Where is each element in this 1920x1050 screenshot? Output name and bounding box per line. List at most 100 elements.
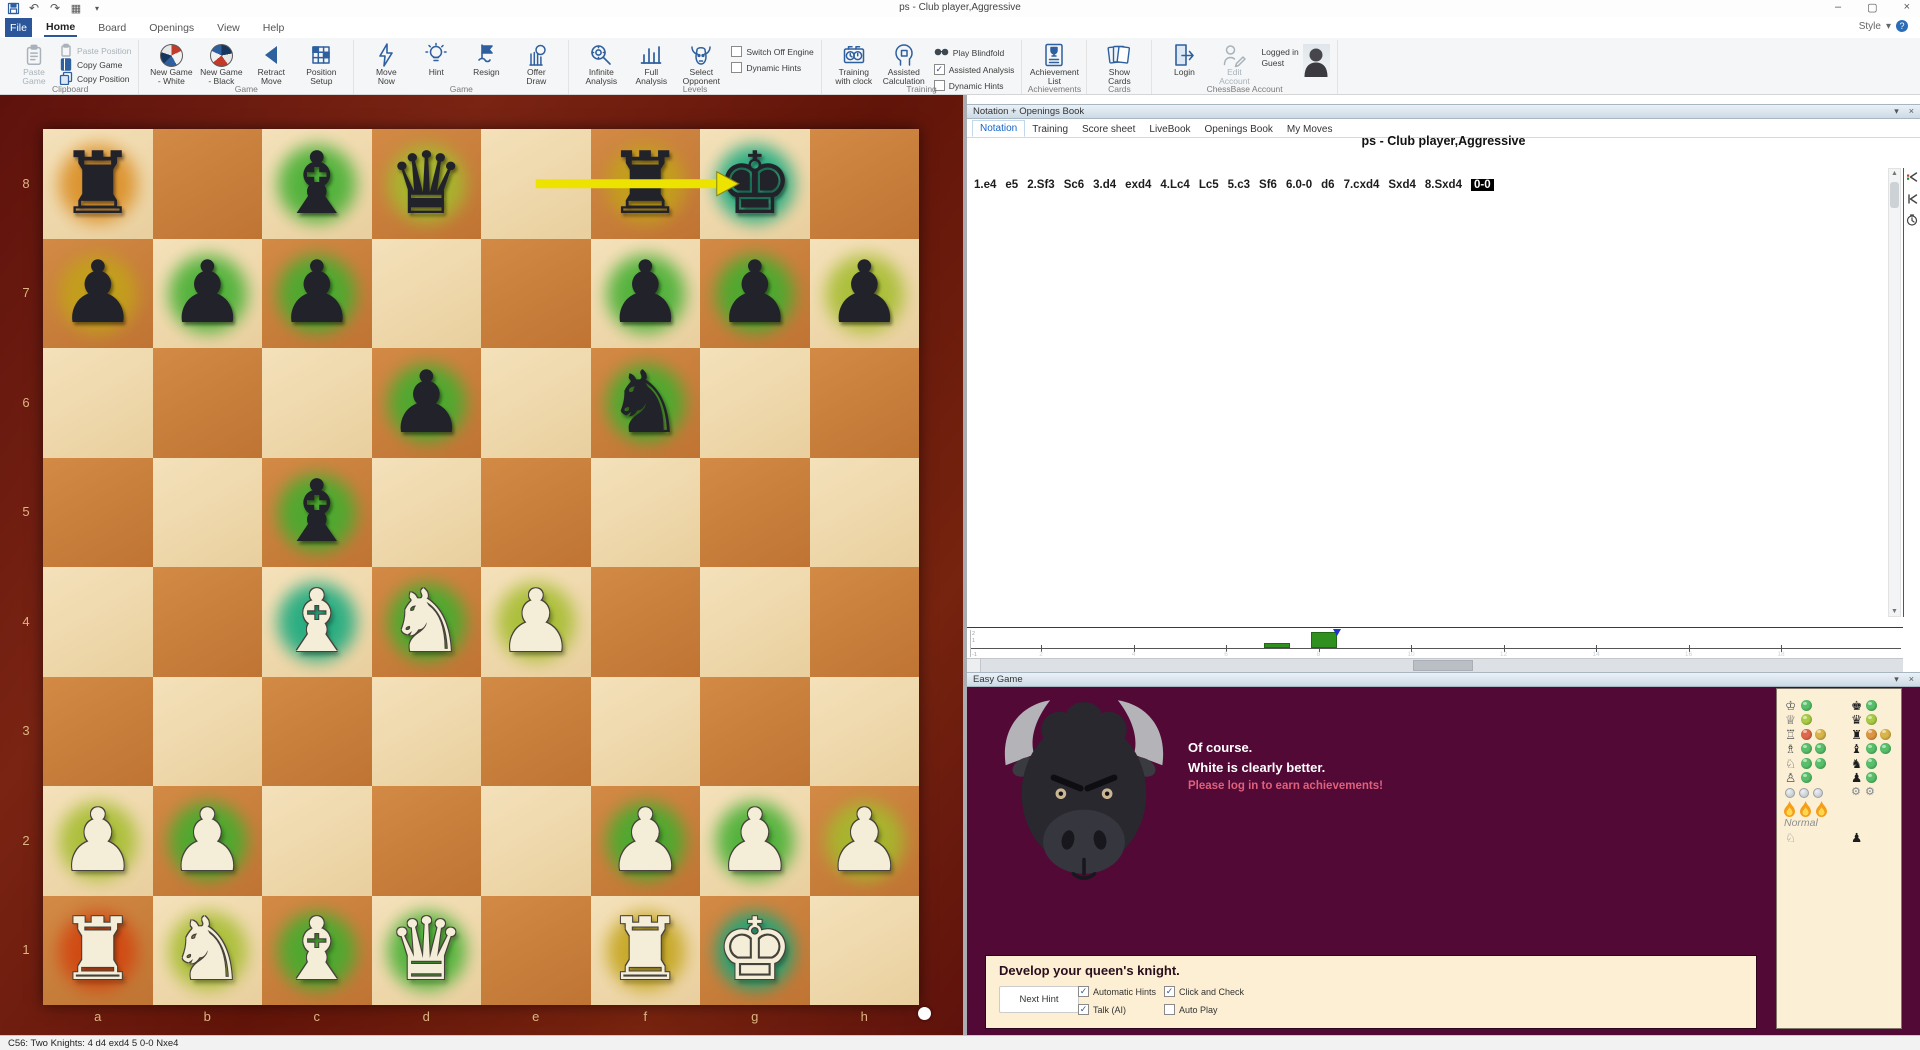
square-c3[interactable]	[262, 677, 372, 787]
resign-button[interactable]: Resign	[461, 41, 511, 77]
white-queen-d1[interactable]: ♛	[372, 896, 482, 1006]
square-h8[interactable]	[810, 129, 920, 239]
move-token[interactable]: 4.Lc4	[1160, 179, 1189, 191]
white-pawn-h2[interactable]: ♟	[810, 786, 920, 896]
black-pawn-g7[interactable]: ♟	[700, 239, 810, 349]
new-game-black-button[interactable]: New Game - Black	[196, 41, 246, 87]
move-token[interactable]: 3.d4	[1093, 179, 1116, 191]
edit-account-button[interactable]: Edit Account	[1209, 41, 1259, 87]
paste-game-button[interactable]: Paste Game	[9, 41, 59, 87]
checkbox-automatic-hints[interactable]: ✓Automatic Hints	[1078, 986, 1156, 997]
menu-item-help[interactable]: Help	[261, 20, 287, 36]
square-b3[interactable]	[153, 677, 263, 787]
square-h1[interactable]	[810, 896, 920, 1006]
move-token[interactable]: 1.e4	[974, 179, 996, 191]
square-b6[interactable]	[153, 348, 263, 458]
black-bishop-c5[interactable]: ♝	[262, 458, 372, 568]
training-with-clock-button[interactable]: Training with clock	[829, 41, 879, 87]
back-arrow-icon[interactable]	[1906, 192, 1918, 210]
minimize-button[interactable]: –	[1835, 1, 1841, 14]
move-token[interactable]: Lc5	[1199, 179, 1219, 191]
white-knight-d4[interactable]: ♞	[372, 567, 482, 677]
copy-game-button[interactable]: Copy Game	[59, 58, 131, 71]
white-bishop-c4[interactable]: ♝	[262, 567, 372, 677]
white-pawn-f2[interactable]: ♟	[591, 786, 701, 896]
clock-icon[interactable]	[1906, 214, 1918, 232]
takeback-icon[interactable]	[1906, 170, 1918, 188]
full-analysis-button[interactable]: Full Analysis	[626, 41, 676, 87]
move-token[interactable]: 6.0-0	[1286, 179, 1312, 191]
help-icon[interactable]: ?	[1896, 20, 1908, 32]
square-h5[interactable]	[810, 458, 920, 568]
white-knight-b1[interactable]: ♞	[153, 896, 263, 1006]
square-a6[interactable]	[43, 348, 153, 458]
close-button[interactable]: ×	[1904, 1, 1910, 14]
new-game-white-button[interactable]: New Game - White	[146, 41, 196, 87]
menu-item-board[interactable]: Board	[96, 20, 128, 36]
square-e8[interactable]	[481, 129, 591, 239]
black-queen-d8[interactable]: ♛	[372, 129, 482, 239]
chess-board[interactable]: 87654321abcdefgh♜♝♛♜♚♟♟♟♟♟♟♟♞♝♝♞♟♟♟♟♟♟♜♞…	[43, 129, 919, 1005]
move-token[interactable]: Sxd4	[1388, 179, 1416, 191]
square-d3[interactable]	[372, 677, 482, 787]
move-now-button[interactable]: Move Now	[361, 41, 411, 87]
square-h4[interactable]	[810, 567, 920, 677]
square-b5[interactable]	[153, 458, 263, 568]
easy-game-panel-header[interactable]: Easy Game ▾ ×	[967, 672, 1920, 687]
menu-item-view[interactable]: View	[215, 20, 242, 36]
white-pawn-g2[interactable]: ♟	[700, 786, 810, 896]
square-f3[interactable]	[591, 677, 701, 787]
show-cards-button[interactable]: Show Cards	[1094, 41, 1144, 87]
square-a3[interactable]	[43, 677, 153, 787]
black-rook-f8[interactable]: ♜	[591, 129, 701, 239]
move-token[interactable]: 0-0	[1471, 179, 1494, 191]
square-a5[interactable]	[43, 458, 153, 568]
square-e7[interactable]	[481, 239, 591, 349]
scroll-down-icon[interactable]: ▼	[1889, 608, 1900, 615]
retract-move-button[interactable]: Retract Move	[246, 41, 296, 87]
achievement-list-button[interactable]: Achievement List	[1029, 41, 1079, 87]
square-g5[interactable]	[700, 458, 810, 568]
offer-draw-button[interactable]: Offer Draw	[511, 41, 561, 87]
scrollbar-thumb[interactable]	[1413, 660, 1473, 671]
black-pawn-a7[interactable]: ♟	[43, 239, 153, 349]
square-h6[interactable]	[810, 348, 920, 458]
notation-panel-header[interactable]: Notation + Openings Book ▾ ×	[967, 104, 1920, 119]
white-rook-a1[interactable]: ♜	[43, 896, 153, 1006]
white-pawn-a2[interactable]: ♟	[43, 786, 153, 896]
white-pawn-b2[interactable]: ♟	[153, 786, 263, 896]
move-token[interactable]: 8.Sxd4	[1425, 179, 1462, 191]
checkbox-click-and-check[interactable]: ✓Click and Check	[1164, 986, 1244, 997]
square-c2[interactable]	[262, 786, 372, 896]
move-token[interactable]: 7.cxd4	[1344, 179, 1380, 191]
square-c6[interactable]	[262, 348, 372, 458]
checkbox-talk-ai-[interactable]: ✓Talk (AI)	[1078, 1004, 1126, 1015]
move-token[interactable]: Sc6	[1064, 179, 1084, 191]
infinite-analysis-button[interactable]: Infinite Analysis	[576, 41, 626, 87]
white-rook-f1[interactable]: ♜	[591, 896, 701, 1006]
black-pawn-c7[interactable]: ♟	[262, 239, 372, 349]
move-token[interactable]: exd4	[1125, 179, 1151, 191]
square-e1[interactable]	[481, 896, 591, 1006]
square-e5[interactable]	[481, 458, 591, 568]
black-pawn-f7[interactable]: ♟	[591, 239, 701, 349]
menu-item-openings[interactable]: Openings	[147, 20, 196, 36]
collapse-panel-icon[interactable]: ▾	[1894, 106, 1899, 117]
square-f5[interactable]	[591, 458, 701, 568]
square-g3[interactable]	[700, 677, 810, 787]
position-setup-button[interactable]: Position Setup	[296, 41, 346, 87]
black-pawn-b7[interactable]: ♟	[153, 239, 263, 349]
square-e2[interactable]	[481, 786, 591, 896]
move-token[interactable]: 5.c3	[1228, 179, 1250, 191]
square-g4[interactable]	[700, 567, 810, 677]
move-token[interactable]: Sf6	[1259, 179, 1277, 191]
close-panel-icon[interactable]: ×	[1909, 106, 1914, 117]
square-b8[interactable]	[153, 129, 263, 239]
notation-scrollbar[interactable]: ▲ ▼	[1888, 168, 1901, 617]
checkbox-play-blindfold[interactable]: Play Blindfold	[934, 46, 1015, 59]
square-d5[interactable]	[372, 458, 482, 568]
square-h3[interactable]	[810, 677, 920, 787]
next-hint-button[interactable]: Next Hint	[999, 986, 1079, 1013]
checkbox-switch-off-engine[interactable]: Switch Off Engine	[731, 46, 813, 57]
square-a4[interactable]	[43, 567, 153, 677]
